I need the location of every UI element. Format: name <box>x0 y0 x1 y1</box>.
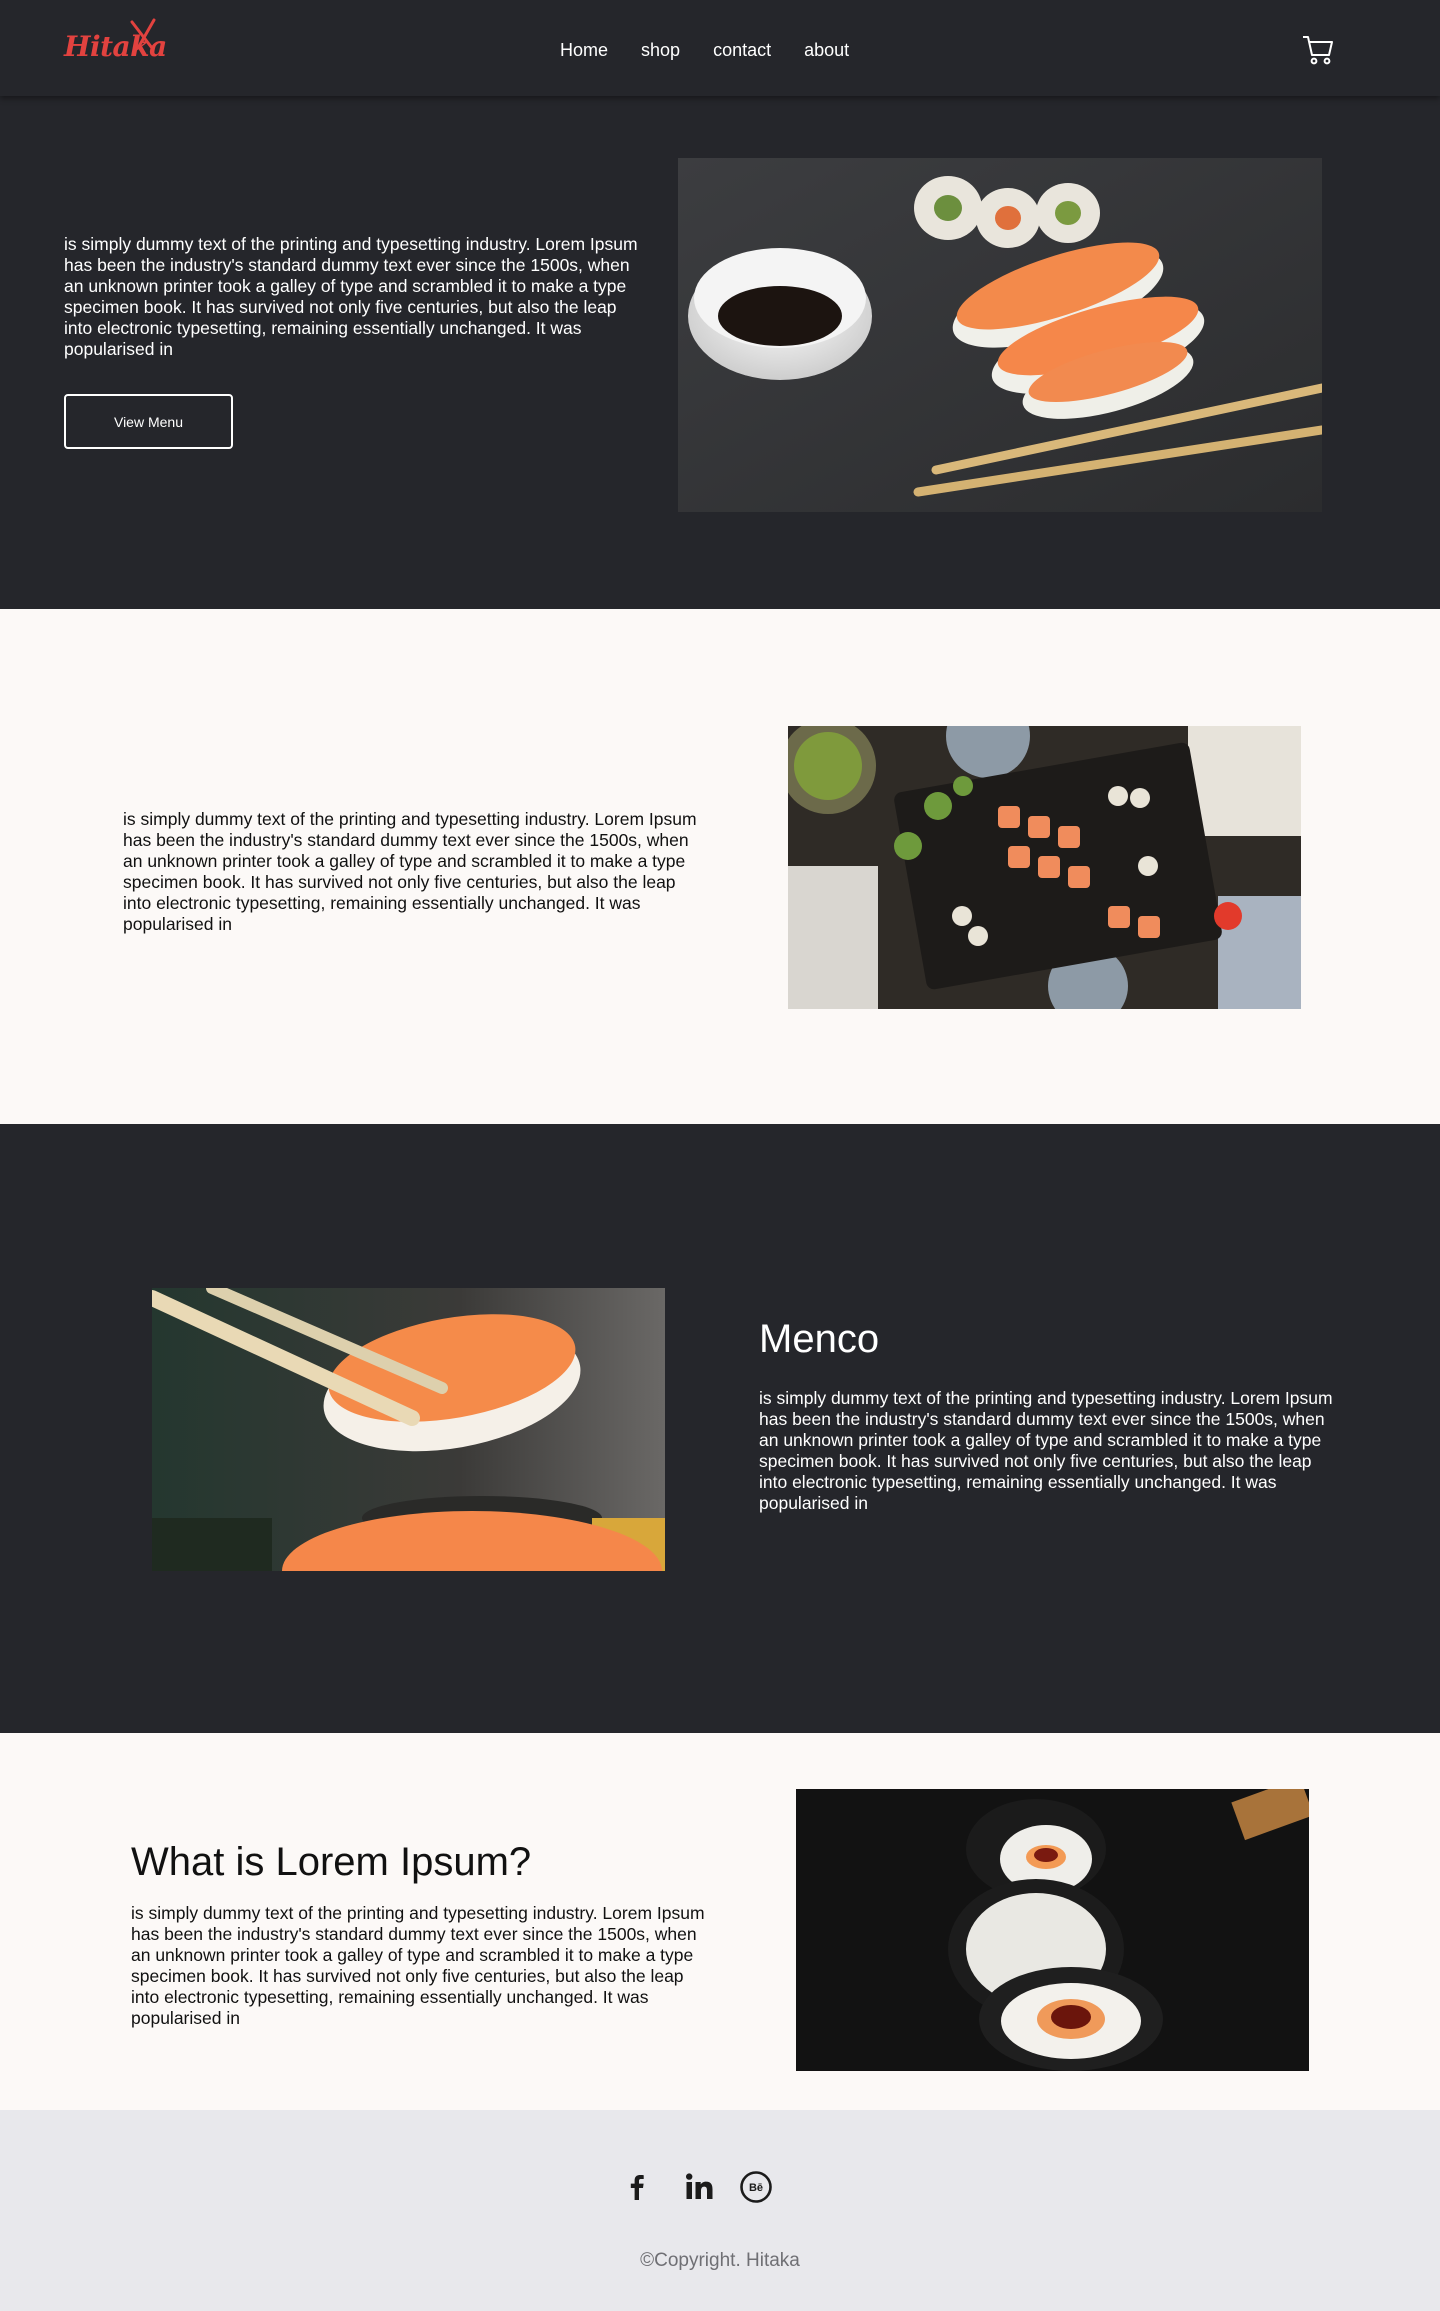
menco-heading: Menco <box>759 1317 880 1361</box>
main-nav: Home shop contact about <box>560 40 882 61</box>
hero-text: is simply dummy text of the printing and… <box>64 234 638 359</box>
view-menu-button[interactable]: View Menu <box>64 394 233 449</box>
sushi-platter-image <box>788 726 1301 1009</box>
brand-logo[interactable]: Hitaka <box>64 18 190 70</box>
copyright-text: ©Copyright. Hitaka <box>640 2250 800 2271</box>
nav-home-link[interactable]: Home <box>560 40 608 61</box>
feature-section-one: is simply dummy text of the printing and… <box>0 609 1440 1124</box>
lorem-ipsum-heading: What is Lorem Ipsum? <box>131 1840 532 1884</box>
nav-contact-link[interactable]: contact <box>713 40 771 61</box>
facebook-icon[interactable] <box>620 2170 654 2204</box>
hero-sushi-image <box>678 158 1322 512</box>
menco-section: Menco is simply dummy text of the printi… <box>0 1124 1440 1733</box>
hero-section: is simply dummy text of the printing and… <box>0 96 1440 609</box>
cart-icon[interactable] <box>1302 35 1334 65</box>
nav-about-link[interactable]: about <box>804 40 849 61</box>
section-three-text: is simply dummy text of the printing and… <box>759 1388 1333 1513</box>
nav-shop-link[interactable]: shop <box>641 40 680 61</box>
linkedin-icon[interactable] <box>683 2170 717 2204</box>
site-footer: Bē ©Copyright. Hitaka <box>0 2110 1440 2311</box>
section-two-text: is simply dummy text of the printing and… <box>123 809 697 934</box>
chopsticks-icon <box>130 18 156 50</box>
salmon-nigiri-chopsticks-image <box>152 1288 665 1571</box>
sushi-roll-image <box>796 1789 1309 2071</box>
svg-text:Bē: Bē <box>749 2182 763 2194</box>
site-header: Hitaka Home shop contact about <box>0 0 1440 96</box>
behance-icon[interactable]: Bē <box>739 2170 773 2204</box>
section-four-text: is simply dummy text of the printing and… <box>131 1903 705 2028</box>
lorem-ipsum-section: What is Lorem Ipsum? is simply dummy tex… <box>0 1733 1440 2110</box>
